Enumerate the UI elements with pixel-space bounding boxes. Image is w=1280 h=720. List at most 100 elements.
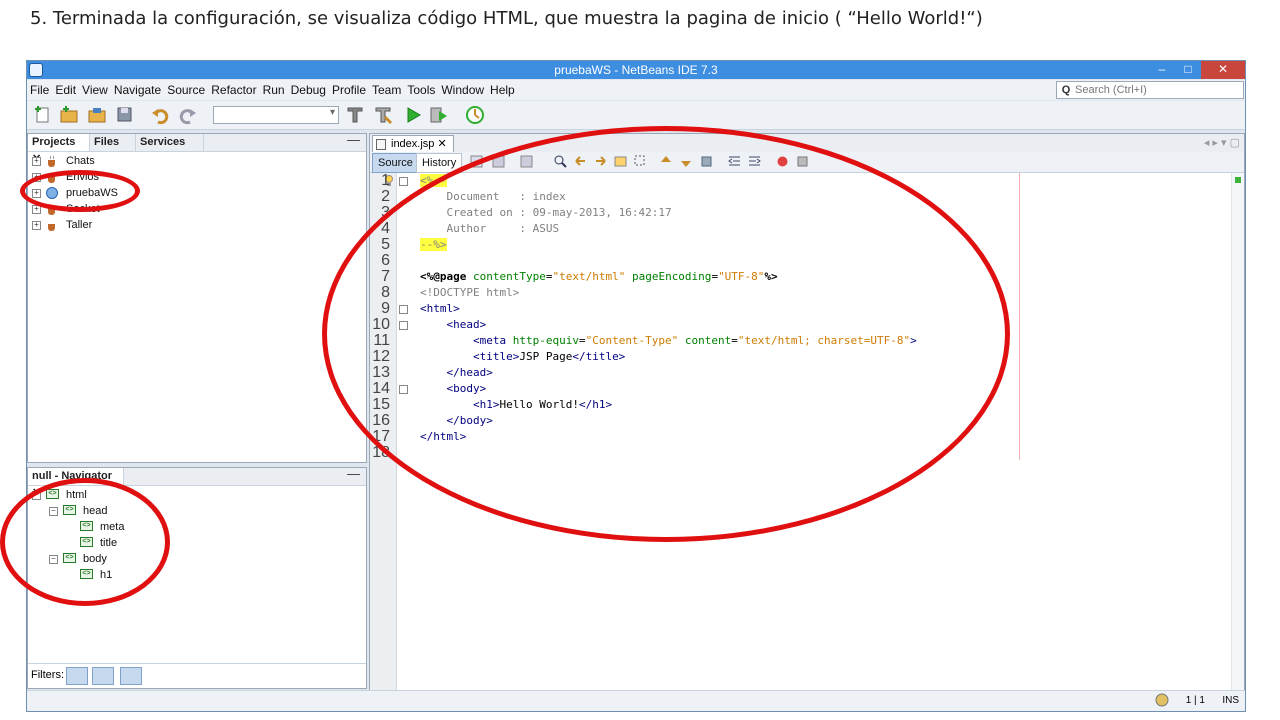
profile-icon[interactable]: [465, 105, 485, 125]
tab-projects[interactable]: Projects ✕: [28, 134, 90, 165]
expand-icon[interactable]: +: [32, 173, 41, 182]
back-icon[interactable]: [492, 155, 505, 168]
new-project-icon[interactable]: [59, 105, 79, 125]
tab-files[interactable]: Files: [90, 134, 136, 151]
redo-icon[interactable]: [177, 105, 197, 125]
debug-icon[interactable]: [429, 105, 449, 125]
find-icon[interactable]: [554, 155, 567, 168]
code-area[interactable]: <%-- Document : index Created on : 09-ma…: [396, 173, 1244, 690]
code-line[interactable]: --%>: [420, 237, 447, 253]
minimize-panel-button[interactable]: —: [347, 132, 360, 147]
code-line[interactable]: <h1>Hello World!</h1>: [420, 397, 612, 413]
code-line[interactable]: <%--: [420, 173, 447, 189]
expand-icon[interactable]: +: [32, 189, 41, 198]
menu-navigate[interactable]: Navigate: [111, 83, 164, 97]
start-macro-icon[interactable]: [776, 155, 789, 168]
expand-icon[interactable]: +: [32, 205, 41, 214]
fold-toggle-icon[interactable]: [399, 177, 408, 186]
collapse-icon[interactable]: −: [49, 507, 58, 516]
code-token: Document : index: [420, 190, 566, 203]
next-bookmark-icon[interactable]: [680, 155, 693, 168]
configuration-dropdown[interactable]: [213, 106, 339, 124]
history-mode-button[interactable]: History: [416, 153, 463, 173]
fold-toggle-icon[interactable]: [399, 385, 408, 394]
clean-build-icon[interactable]: [345, 105, 365, 125]
stop-macro-icon[interactable]: [796, 155, 809, 168]
menu-view[interactable]: View: [79, 83, 111, 97]
code-line[interactable]: Created on : 09-may-2013, 16:42:17: [420, 205, 671, 221]
menu-refactor[interactable]: Refactor: [208, 83, 259, 97]
save-all-icon[interactable]: [115, 105, 135, 125]
code-line[interactable]: <!DOCTYPE html>: [420, 285, 519, 301]
menu-run[interactable]: Run: [260, 83, 288, 97]
code-line[interactable]: </body>: [420, 413, 493, 429]
run-icon[interactable]: [403, 105, 423, 125]
menu-help[interactable]: Help: [487, 83, 518, 97]
close-button[interactable]: ✕: [1201, 61, 1245, 79]
code-line[interactable]: Document : index: [420, 189, 566, 205]
editor-error-stripe[interactable]: [1231, 173, 1244, 690]
new-file-icon[interactable]: [33, 105, 53, 125]
code-line[interactable]: <title>JSP Page</title>: [420, 349, 625, 365]
tab-scroll-icons[interactable]: ◂ ▸ ▾ ▢: [1204, 136, 1240, 149]
minimize-button[interactable]: –: [1149, 61, 1175, 79]
line-number: 1: [381, 172, 390, 189]
last-edit-icon[interactable]: [470, 155, 483, 168]
open-project-icon[interactable]: [87, 105, 107, 125]
code-line[interactable]: <%@page contentType="text/html" pageEnco…: [420, 269, 778, 285]
collapse-icon[interactable]: −: [49, 555, 58, 564]
shift-right-icon[interactable]: [748, 155, 761, 168]
fold-toggle-icon[interactable]: [399, 321, 408, 330]
menu-tools[interactable]: Tools: [404, 83, 438, 97]
close-icon[interactable]: ✕: [437, 138, 446, 150]
menu-file[interactable]: File: [27, 83, 52, 97]
menu-window[interactable]: Window: [438, 83, 487, 97]
expand-icon[interactable]: +: [32, 221, 41, 230]
tab-navigator[interactable]: null - Navigator ✕: [28, 468, 124, 499]
toggle-highlight-icon[interactable]: [614, 155, 627, 168]
code-token: <title>: [420, 350, 520, 363]
search-box[interactable]: Q Search (Ctrl+I): [1056, 81, 1244, 99]
fold-toggle-icon[interactable]: [399, 305, 408, 314]
shift-left-icon[interactable]: [728, 155, 741, 168]
toggle-bookmark-icon[interactable]: [700, 155, 713, 168]
minimize-panel-button[interactable]: —: [347, 466, 360, 481]
notifications-icon[interactable]: [1155, 693, 1169, 707]
editor-toolbar: Source History: [370, 152, 1244, 173]
source-mode-button[interactable]: Source: [372, 153, 419, 173]
line-number: 12: [372, 348, 390, 365]
undo-icon[interactable]: [151, 105, 171, 125]
code-line[interactable]: Author : ASUS: [420, 221, 559, 237]
find-previous-icon[interactable]: [574, 155, 587, 168]
filter-square-icon[interactable]: [66, 667, 88, 685]
menu-debug[interactable]: Debug: [288, 83, 329, 97]
filter-lock-icon[interactable]: [120, 667, 142, 685]
code-line[interactable]: </html>: [420, 429, 466, 445]
menu-source[interactable]: Source: [164, 83, 208, 97]
line-number: 13: [372, 364, 390, 381]
menu-profile[interactable]: Profile: [329, 83, 369, 97]
collapse-icon[interactable]: −: [32, 491, 41, 500]
maximize-button[interactable]: □: [1175, 61, 1201, 79]
filter-pattern-icon[interactable]: [92, 667, 114, 685]
tab-services[interactable]: Services: [136, 134, 204, 151]
code-line[interactable]: <html>: [420, 301, 460, 317]
build-icon[interactable]: [373, 105, 393, 125]
code-line[interactable]: <body>: [420, 381, 486, 397]
code-token: </body>: [420, 414, 493, 427]
previous-bookmark-icon[interactable]: [660, 155, 673, 168]
editor-tab-index-jsp[interactable]: index.jsp ✕: [372, 135, 454, 153]
code-token: <html>: [420, 302, 460, 315]
menu-team[interactable]: Team: [369, 83, 404, 97]
toggle-rect-selection-icon[interactable]: [634, 155, 647, 168]
code-token: >: [910, 334, 917, 347]
jsp-file-icon: [376, 139, 386, 150]
slide-caption: 5. Terminada la configuración, se visual…: [30, 8, 983, 29]
menu-edit[interactable]: Edit: [52, 83, 79, 97]
forward-icon[interactable]: [520, 155, 533, 168]
find-next-icon[interactable]: [594, 155, 607, 168]
code-line[interactable]: <head>: [420, 317, 486, 333]
code-line[interactable]: <meta http-equiv="Content-Type" content=…: [420, 333, 917, 349]
expand-icon[interactable]: +: [32, 157, 41, 166]
code-line[interactable]: </head>: [420, 365, 492, 381]
